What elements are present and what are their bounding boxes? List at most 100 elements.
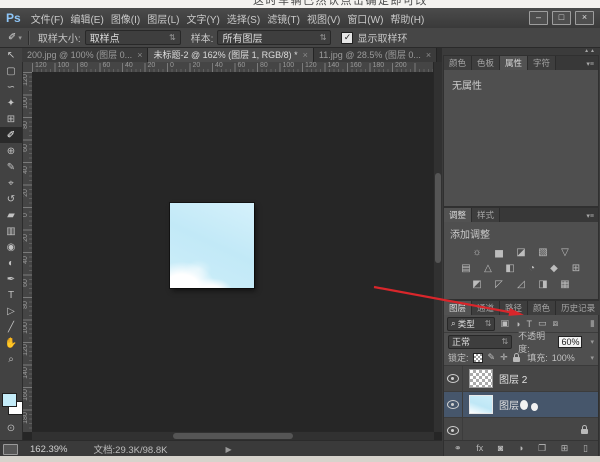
line-tool[interactable]: ╱ (0, 319, 22, 335)
vertical-scrollbar[interactable] (433, 62, 442, 432)
filter-type-layers-icon[interactable]: T (526, 319, 532, 329)
blur-tool[interactable]: ◉ (0, 239, 22, 255)
sample-size-dropdown[interactable]: 取样点 ⇅ (85, 30, 181, 45)
collapse-dock-icon[interactable]: ▲▲ (584, 48, 596, 54)
new-group-icon[interactable]: ❐ (538, 441, 546, 456)
layer-thumbnail[interactable] (469, 369, 493, 388)
lock-all-icon[interactable] (513, 357, 520, 362)
opacity-value-field[interactable]: 60% (558, 336, 582, 348)
path-selection-tool[interactable]: ▷ (0, 303, 22, 319)
document-tab[interactable]: 200.jpg @ 100% (图层 0...× (22, 47, 148, 62)
tab-色板[interactable]: 色板 (472, 56, 500, 70)
crop-tool[interactable]: ⊞ (0, 111, 22, 127)
adjustment-icon[interactable]: ☼ (470, 247, 484, 259)
move-tool[interactable]: ↖ (0, 47, 22, 63)
close-icon[interactable]: × (303, 50, 308, 60)
tab-通道[interactable]: 通道 (472, 301, 500, 315)
filter-adjustment-layers-icon[interactable]: ◑ (515, 319, 520, 329)
canvas[interactable] (32, 72, 434, 432)
chevron-down-icon[interactable]: ▾ (582, 338, 594, 346)
panel-menu-icon[interactable]: ▾≡ (582, 58, 598, 70)
chevron-down-icon[interactable]: ▾ (582, 354, 594, 362)
adjustment-icon[interactable]: ◩ (470, 279, 484, 291)
adjustment-icon[interactable]: ◪ (514, 247, 528, 259)
gradient-tool[interactable]: ▥ (0, 223, 22, 239)
eyedropper-tool[interactable]: ✐ (0, 127, 22, 143)
tab-属性[interactable]: 属性 (500, 56, 528, 70)
menu-item[interactable]: 文字(Y) (187, 11, 220, 26)
filter-smart-objects-icon[interactable]: ⧈ (552, 318, 558, 329)
panel-menu-icon[interactable]: ▾≡ (582, 210, 598, 222)
adjustment-icon[interactable]: ▽ (558, 247, 572, 259)
quick-mask-icon[interactable]: ⊙ (0, 421, 22, 435)
document-tab[interactable]: 未标题-2 @ 162% (图层 1, RGB/8) *× (148, 47, 313, 62)
adjustment-icon[interactable]: ◸ (492, 279, 506, 291)
menu-item[interactable]: 选择(S) (227, 11, 260, 26)
zoom-tool[interactable]: ⌕ (0, 351, 22, 367)
adjustment-icon[interactable]: ▦ (558, 279, 572, 291)
visibility-eye-icon[interactable] (447, 400, 459, 409)
tab-图层[interactable]: 图层 (444, 301, 472, 315)
healing-brush-tool[interactable]: ⊕ (0, 143, 22, 159)
menu-item[interactable]: 视图(V) (307, 11, 340, 26)
adjustment-icon[interactable]: ◔ (525, 263, 539, 275)
zoom-level-field[interactable]: 162.39% (30, 444, 68, 455)
new-adjustment-layer-icon[interactable]: ◑ (518, 441, 523, 456)
brush-tool[interactable]: ✎ (0, 159, 22, 175)
filter-toggle-icon[interactable]: ▮ (590, 318, 595, 329)
new-layer-icon[interactable]: ⊞ (561, 441, 569, 456)
horizontal-scrollbar[interactable] (32, 431, 434, 440)
status-menu-arrow-icon[interactable]: ▶ (225, 445, 231, 454)
tab-样式[interactable]: 样式 (472, 208, 500, 222)
tab-历史记录[interactable]: 历史记录 (556, 301, 600, 315)
adjustment-icon[interactable]: ⊞ (569, 263, 583, 275)
delete-layer-icon[interactable]: ▯ (583, 441, 588, 456)
layer-row[interactable]: 图层 1 (444, 392, 598, 418)
tab-调整[interactable]: 调整 (444, 208, 472, 222)
marquee-tool[interactable]: ▢ (0, 63, 22, 79)
link-layers-icon[interactable]: ⚭ (454, 441, 462, 456)
type-tool[interactable]: T (0, 287, 22, 303)
layer-thumbnail[interactable] (469, 395, 493, 414)
menu-item[interactable]: 图像(I) (111, 11, 140, 26)
menu-item[interactable]: 滤镜(T) (267, 11, 300, 26)
sample-dropdown[interactable]: 所有图层 ⇅ (217, 30, 331, 45)
close-icon[interactable]: × (137, 50, 142, 60)
lasso-tool[interactable]: ∽ (0, 79, 22, 95)
layer-style-icon[interactable]: fx (476, 441, 483, 456)
layer-row[interactable] (444, 418, 598, 440)
adjustment-icon[interactable]: ◿ (514, 279, 528, 291)
fill-value-field[interactable]: 100% (552, 353, 575, 363)
scrollbar-thumb[interactable] (173, 433, 293, 439)
minimize-button[interactable]: – (529, 11, 548, 25)
close-icon[interactable]: × (426, 50, 431, 60)
adjustment-icon[interactable]: ◆ (547, 263, 561, 275)
menu-item[interactable]: 窗口(W) (347, 11, 383, 26)
lock-transparency-icon[interactable] (473, 353, 483, 363)
tab-路径[interactable]: 路径 (500, 301, 528, 315)
visibility-eye-icon[interactable] (447, 426, 459, 435)
menu-item[interactable]: 帮助(H) (390, 11, 424, 26)
add-layer-mask-icon[interactable]: ◙ (498, 441, 503, 456)
adjustment-icon[interactable]: ◨ (536, 279, 550, 291)
adjustment-icon[interactable]: ▤ (459, 263, 473, 275)
sky-image[interactable] (170, 203, 254, 288)
scrollbar-thumb[interactable] (435, 173, 441, 263)
eraser-tool[interactable]: ▰ (0, 207, 22, 223)
menu-item[interactable]: 文件(F) (31, 11, 64, 26)
tab-颜色[interactable]: 颜色 (528, 301, 556, 315)
show-sampling-ring-checkbox[interactable]: ✓ (341, 32, 353, 44)
document-tab[interactable]: 11.jpg @ 28.5% (图层 0...× (314, 47, 437, 62)
tab-字符[interactable]: 字符 (528, 56, 556, 70)
adjustment-icon[interactable]: ◧ (503, 263, 517, 275)
close-button[interactable]: × (575, 11, 594, 25)
maximize-button[interactable]: □ (552, 11, 571, 25)
adjustment-icon[interactable]: ▧ (536, 247, 550, 259)
lock-pixels-icon[interactable]: ✎ (488, 352, 496, 363)
adjustment-icon[interactable]: ▅ (492, 247, 506, 259)
visibility-eye-icon[interactable] (447, 374, 459, 383)
blend-mode-dropdown[interactable]: 正常 ⇅ (448, 335, 512, 349)
layer-row[interactable]: 图层 2 (444, 366, 598, 392)
filter-pixel-layers-icon[interactable]: ▣ (500, 318, 509, 329)
history-brush-tool[interactable]: ↺ (0, 191, 22, 207)
